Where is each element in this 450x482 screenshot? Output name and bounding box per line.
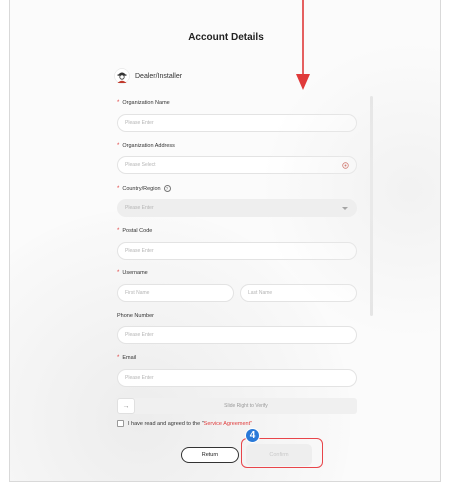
help-icon[interactable]: ? <box>163 185 171 192</box>
postal-code-label-text: Postal Code <box>122 228 153 234</box>
slide-verify-text: Slide Right to Verify <box>224 403 268 409</box>
agreement-suffix: " <box>250 420 253 427</box>
country-region-label-text: Country/Region <box>122 185 161 192</box>
installer-avatar-icon <box>114 68 130 84</box>
role-label: Dealer/Installer <box>135 72 183 80</box>
organization-address-label: * Organization Address <box>117 143 175 149</box>
arrow-right-icon: → <box>122 402 130 410</box>
organization-name-label: * Organization Name <box>117 100 170 106</box>
organization-name-placeholder: Please Enter <box>125 120 154 126</box>
chevron-down-icon <box>342 207 348 210</box>
organization-address-input[interactable]: Please Select <box>117 156 357 174</box>
step-number-badge: 4 <box>245 428 260 443</box>
phone-number-label-text: Phone Number <box>117 313 154 319</box>
country-region-placeholder: Please Enter <box>125 205 154 211</box>
required-marker: * <box>117 100 120 106</box>
username-label: * Username <box>117 270 148 276</box>
confirm-button[interactable]: Confirm <box>246 444 312 466</box>
organization-address-placeholder: Please Select <box>125 162 156 168</box>
slide-verify-handle[interactable]: → <box>117 398 135 414</box>
agreement-row: I have read and agreed to the "Service A… <box>117 420 252 427</box>
username-label-text: Username <box>122 270 148 276</box>
agreement-checkbox[interactable] <box>117 420 124 427</box>
arrow-down-annotation-icon <box>296 0 310 90</box>
required-marker: * <box>117 228 120 234</box>
country-region-label: * Country/Region ? <box>117 185 171 192</box>
phone-number-placeholder: Please Enter <box>125 332 154 338</box>
email-label-text: Email <box>122 355 137 361</box>
phone-number-input[interactable]: Please Enter <box>117 326 357 344</box>
location-pin-icon[interactable] <box>342 162 349 169</box>
role-indicator: Dealer/Installer <box>114 68 182 84</box>
last-name-input[interactable]: Last Name <box>240 284 357 302</box>
required-marker: * <box>117 143 120 149</box>
organization-name-label-text: Organization Name <box>122 100 170 106</box>
page-title: Account Details <box>188 32 264 43</box>
email-placeholder: Please Enter <box>125 375 154 381</box>
slide-verify[interactable]: → Slide Right to Verify <box>117 398 357 414</box>
postal-code-placeholder: Please Enter <box>125 248 154 254</box>
agreement-prefix: I have read and agreed to the " <box>128 420 204 427</box>
account-details-page: Account Details Dealer/Installer * Organ… <box>9 0 441 482</box>
email-input[interactable]: Please Enter <box>117 369 357 387</box>
form-scrollbar[interactable] <box>370 96 373 316</box>
postal-code-input[interactable]: Please Enter <box>117 242 357 260</box>
last-name-placeholder: Last Name <box>248 290 273 296</box>
organization-name-input[interactable]: Please Enter <box>117 114 357 132</box>
email-label: * Email <box>117 355 136 361</box>
agreement-text: I have read and agreed to the "Service A… <box>128 421 252 427</box>
first-name-placeholder: First Name <box>125 290 150 296</box>
postal-code-label: * Postal Code <box>117 228 152 234</box>
organization-address-label-text: Organization Address <box>122 143 175 149</box>
phone-number-label: Phone Number <box>117 313 154 319</box>
required-marker: * <box>117 270 120 276</box>
required-marker: * <box>117 355 120 361</box>
first-name-input[interactable]: First Name <box>117 284 234 302</box>
required-marker: * <box>117 185 120 192</box>
country-region-select[interactable]: Please Enter <box>117 199 357 217</box>
service-agreement-link[interactable]: Service Agreement <box>204 421 250 427</box>
return-button[interactable]: Return <box>181 447 239 463</box>
